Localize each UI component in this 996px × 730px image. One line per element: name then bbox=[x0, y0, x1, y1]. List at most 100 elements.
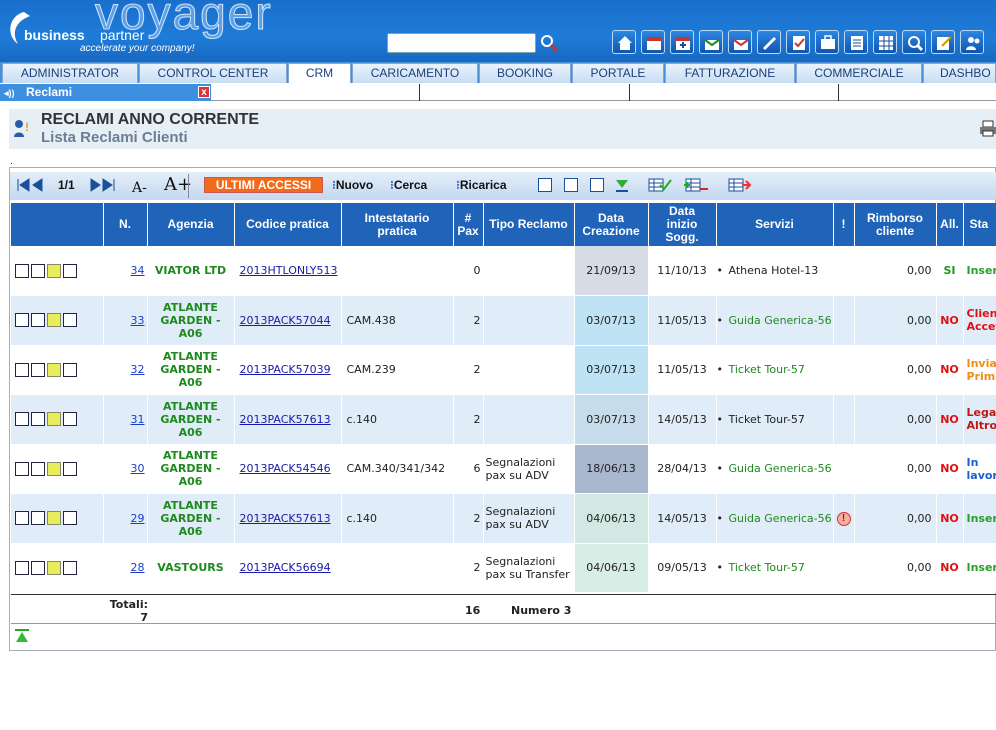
col-alert[interactable]: ! bbox=[833, 203, 855, 246]
search-icon[interactable] bbox=[539, 33, 559, 53]
codice-link[interactable]: 2013HTLONLY513 bbox=[240, 264, 338, 277]
grid-icon[interactable] bbox=[873, 30, 897, 54]
col-rimborso[interactable]: Rimborso cliente bbox=[854, 203, 937, 246]
col-allegati[interactable]: All. bbox=[936, 203, 964, 246]
document-icon[interactable] bbox=[844, 30, 868, 54]
first-prev-icon[interactable] bbox=[16, 178, 60, 192]
alert-icon[interactable]: ! bbox=[836, 511, 851, 526]
note-icon[interactable] bbox=[47, 362, 61, 377]
table-row[interactable]: 30 ATLANTE GARDEN - A06 2013PACK54546 CAM.3… bbox=[11, 444, 996, 494]
subtab-reclami[interactable]: ◂)) Reclami x bbox=[0, 84, 211, 101]
table-row[interactable]: 34 VIATOR LTD 2013HTLONLY513 0 21/09/13 11/10… bbox=[11, 246, 996, 296]
detail-icon[interactable] bbox=[31, 560, 45, 575]
detail-icon[interactable] bbox=[31, 511, 45, 526]
note-icon[interactable] bbox=[47, 461, 61, 476]
search-input[interactable] bbox=[387, 33, 536, 53]
list-icon[interactable] bbox=[15, 362, 29, 377]
user-doc-icon[interactable] bbox=[63, 511, 77, 526]
search-button[interactable]: ⁝Cerca bbox=[390, 178, 427, 192]
n-link[interactable]: 31 bbox=[131, 413, 145, 426]
codice-link[interactable]: 2013PACK57039 bbox=[240, 363, 331, 376]
user-doc-icon[interactable] bbox=[63, 461, 77, 476]
new-button[interactable]: ⁝Nuovo bbox=[332, 178, 373, 192]
tab-administrator[interactable]: ADMINISTRATOR bbox=[2, 63, 138, 83]
tab-crm[interactable]: CRM bbox=[288, 63, 351, 83]
col-n[interactable]: N. bbox=[103, 203, 148, 246]
print-icon[interactable] bbox=[979, 119, 996, 137]
mail-alert-icon[interactable] bbox=[728, 30, 752, 54]
codice-link[interactable]: 2013PACK56694 bbox=[240, 561, 331, 574]
magnifier-icon[interactable] bbox=[902, 30, 926, 54]
col-tipo[interactable]: Tipo Reclamo bbox=[483, 203, 575, 246]
ultimi-accessi-button[interactable]: ULTIMI ACCESSI bbox=[204, 177, 323, 193]
tab-dashboard[interactable]: DASHBO bbox=[923, 63, 996, 83]
reload-button[interactable]: ⁝Ricarica bbox=[456, 178, 507, 192]
detail-icon[interactable] bbox=[31, 461, 45, 476]
close-icon[interactable]: x bbox=[198, 86, 210, 98]
n-link[interactable]: 32 bbox=[131, 363, 145, 376]
user-doc-icon[interactable] bbox=[63, 412, 77, 427]
note-icon[interactable] bbox=[47, 511, 61, 526]
table-row[interactable]: 31 ATLANTE GARDEN - A06 2013PACK57613 c.140… bbox=[11, 394, 996, 445]
list-icon[interactable] bbox=[15, 560, 29, 575]
detail-icon[interactable] bbox=[31, 313, 45, 328]
n-link[interactable]: 33 bbox=[131, 314, 145, 327]
download-icon[interactable] bbox=[614, 178, 630, 194]
list-detail-icon[interactable] bbox=[564, 178, 578, 192]
tab-portale[interactable]: PORTALE bbox=[572, 63, 664, 83]
edit-note-icon[interactable] bbox=[931, 30, 955, 54]
collapse-icon[interactable] bbox=[590, 178, 604, 192]
col-agenzia[interactable]: Agenzia bbox=[147, 203, 235, 246]
table-row[interactable]: 28 VASTOURS 2013PACK56694 2 Segnalazioni pax… bbox=[11, 543, 996, 593]
detail-icon[interactable] bbox=[31, 362, 45, 377]
calendar-icon[interactable] bbox=[641, 30, 665, 54]
user-doc-icon[interactable] bbox=[63, 313, 77, 328]
col-codice[interactable]: Codice pratica bbox=[234, 203, 342, 246]
tab-caricamento[interactable]: CARICAMENTO bbox=[352, 63, 478, 83]
user-doc-icon[interactable] bbox=[63, 263, 77, 278]
codice-link[interactable]: 2013PACK54546 bbox=[240, 462, 331, 475]
note-icon[interactable] bbox=[47, 560, 61, 575]
list-icon[interactable] bbox=[15, 511, 29, 526]
user-doc-icon[interactable] bbox=[63, 560, 77, 575]
n-link[interactable]: 29 bbox=[131, 512, 145, 525]
col-data-inizio[interactable]: Data inizio Sogg. bbox=[648, 203, 717, 246]
note-icon[interactable] bbox=[47, 412, 61, 427]
detail-icon[interactable] bbox=[31, 263, 45, 278]
col-stato[interactable]: Sta bbox=[963, 203, 996, 246]
list-icon[interactable] bbox=[15, 412, 29, 427]
col-servizi[interactable]: Servizi bbox=[716, 203, 834, 246]
users-icon[interactable] bbox=[960, 30, 984, 54]
list-view-icon[interactable] bbox=[538, 178, 552, 192]
list-icon[interactable] bbox=[15, 263, 29, 278]
home-icon[interactable] bbox=[612, 30, 636, 54]
codice-link[interactable]: 2013PACK57044 bbox=[240, 314, 331, 327]
tab-booking[interactable]: BOOKING bbox=[479, 63, 571, 83]
table-check-icon[interactable] bbox=[648, 177, 672, 193]
user-doc-icon[interactable] bbox=[63, 362, 77, 377]
checklist-icon[interactable] bbox=[786, 30, 810, 54]
font-smaller-button[interactable]: A- bbox=[132, 180, 147, 196]
table-add-remove-icon[interactable] bbox=[680, 177, 710, 193]
list-icon[interactable] bbox=[15, 461, 29, 476]
table-export-icon[interactable] bbox=[728, 177, 752, 193]
note-icon[interactable] bbox=[47, 263, 61, 278]
tab-commerciale[interactable]: COMMERCIALE bbox=[796, 63, 922, 83]
codice-link[interactable]: 2013PACK57613 bbox=[240, 413, 331, 426]
codice-link[interactable]: 2013PACK57613 bbox=[240, 512, 331, 525]
detail-icon[interactable] bbox=[31, 412, 45, 427]
calendar-add-icon[interactable] bbox=[670, 30, 694, 54]
tab-fatturazione[interactable]: FATTURAZIONE bbox=[665, 63, 795, 83]
pen-icon[interactable] bbox=[757, 30, 781, 54]
col-pax[interactable]: # Pax bbox=[453, 203, 484, 246]
col-intestatario[interactable]: Intestatario pratica bbox=[341, 203, 454, 246]
n-link[interactable]: 30 bbox=[131, 462, 145, 475]
tab-control-center[interactable]: CONTROL CENTER bbox=[139, 63, 287, 83]
note-icon[interactable] bbox=[47, 313, 61, 328]
table-row[interactable]: 33 ATLANTE GARDEN - A06 2013PACK57044 CAM.4… bbox=[11, 295, 996, 346]
table-row[interactable]: 32 ATLANTE GARDEN - A06 2013PACK57039 CAM.2… bbox=[11, 345, 996, 395]
table-row[interactable]: 29 ATLANTE GARDEN - A06 2013PACK57613 c.140… bbox=[11, 493, 996, 544]
col-data-creazione[interactable]: Data Creazione bbox=[574, 203, 649, 246]
scroll-top-icon[interactable] bbox=[14, 628, 30, 644]
next-last-icon[interactable] bbox=[90, 178, 126, 192]
